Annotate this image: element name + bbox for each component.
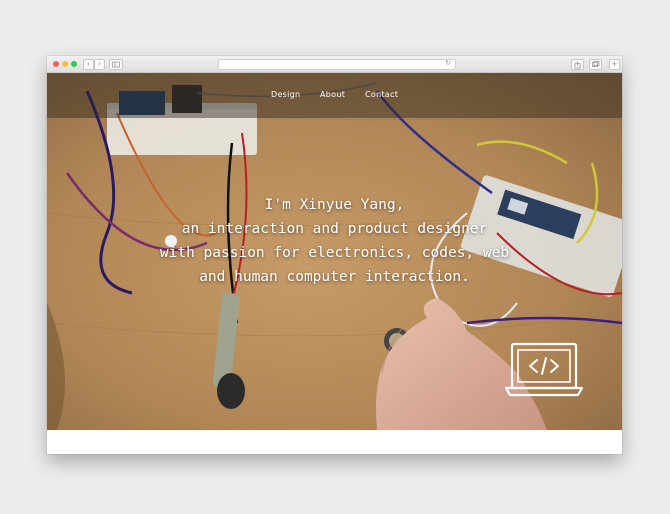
zoom-window-button[interactable] — [71, 61, 77, 67]
browser-window: ‹ › ↻ + Design About Contact I'm Xinyue … — [47, 56, 622, 454]
hero-line-4: and human computer interaction. — [199, 269, 470, 285]
new-tab-button[interactable]: + — [609, 59, 620, 70]
laptop-code-icon[interactable] — [504, 341, 584, 401]
back-button[interactable]: ‹ — [83, 59, 94, 70]
sidebar-icon — [112, 61, 120, 68]
top-navigation: Design About Contact — [47, 73, 622, 118]
forward-button[interactable]: › — [94, 59, 105, 70]
hero-intro-text: I'm Xinyue Yang, an interaction and prod… — [47, 193, 622, 289]
nav-link-contact[interactable]: Contact — [365, 90, 398, 99]
hero-line-1: I'm Xinyue Yang, — [264, 197, 405, 213]
address-bar[interactable]: ↻ — [218, 59, 456, 70]
browser-titlebar: ‹ › ↻ + — [47, 56, 622, 73]
share-button[interactable] — [571, 59, 584, 70]
hero-section: Design About Contact I'm Xinyue Yang, an… — [47, 73, 622, 430]
minimize-window-button[interactable] — [62, 61, 68, 67]
tabs-icon — [592, 61, 600, 67]
nav-link-about[interactable]: About — [320, 90, 345, 99]
page-bottom-strip — [47, 430, 622, 454]
tabs-button[interactable] — [589, 59, 602, 70]
hero-line-2: an interaction and product designer — [181, 221, 488, 237]
sidebar-toggle-button[interactable] — [109, 59, 123, 70]
share-icon — [574, 61, 581, 69]
close-window-button[interactable] — [53, 61, 59, 67]
reload-icon[interactable]: ↻ — [445, 59, 451, 67]
hero-line-3: with passion for electronics, codes, web — [159, 245, 510, 261]
nav-link-design[interactable]: Design — [271, 90, 300, 99]
